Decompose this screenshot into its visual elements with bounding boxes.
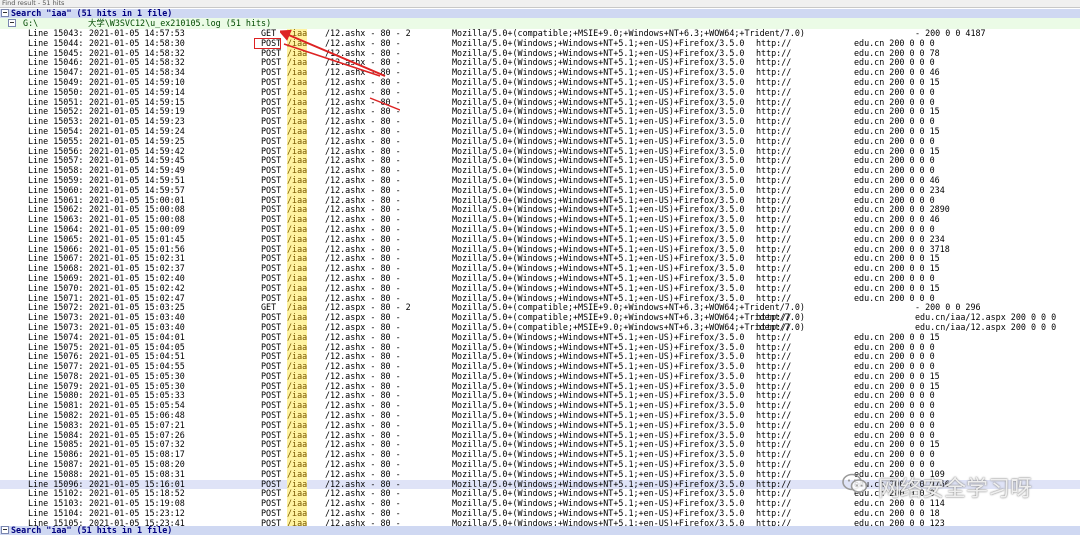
- file-drive-label: G:\: [23, 18, 39, 28]
- find-result-titlebar: Find result - 51 hits: [0, 0, 1080, 8]
- annotation-line-low: [369, 97, 400, 111]
- annotation-arrows: [280, 30, 400, 111]
- search-result-header[interactable]: Search "iaa" (51 hits in 1 file): [0, 9, 1080, 18]
- collapse-toggle-icon[interactable]: [1, 9, 9, 17]
- wechat-icon: [842, 473, 868, 493]
- watermark-text: 网络安全学习呀: [878, 477, 1033, 502]
- search-result-footer[interactable]: Search "iaa" (51 hits in 1 file): [0, 526, 1080, 535]
- annotation-arrow-top: [280, 30, 386, 77]
- collapse-toggle-icon[interactable]: [1, 526, 9, 534]
- search-header-label: Search "iaa" (51 hits in 1 file): [11, 9, 173, 18]
- search-footer-label: Search "iaa" (51 hits in 1 file): [11, 526, 173, 535]
- annotation-line-mid: [283, 43, 381, 77]
- post-annotation-box: [254, 38, 281, 49]
- search-hits-list: Line 15043: 2021-01-05 14:57:53 GET/iaa/12…: [0, 28, 1080, 529]
- collapse-toggle-icon[interactable]: [8, 18, 16, 27]
